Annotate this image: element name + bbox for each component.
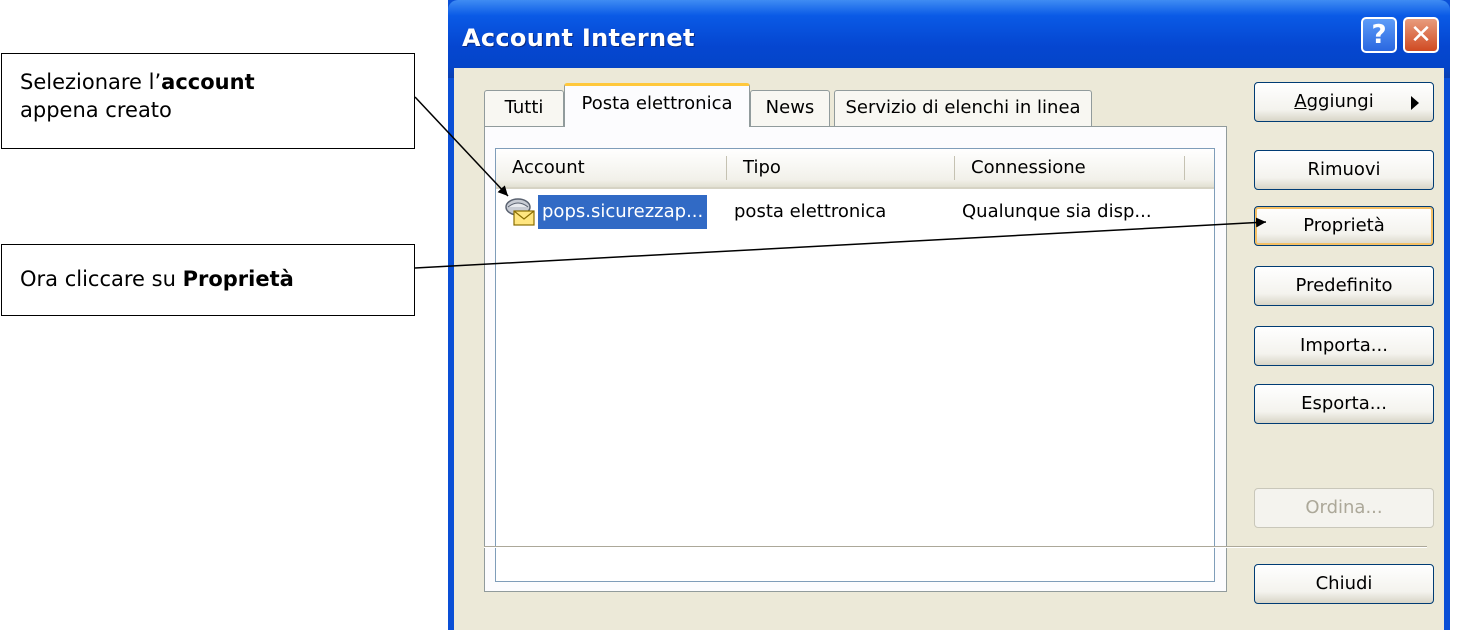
window-title: Account Internet	[462, 24, 695, 52]
callout-select-suffix: appena creato	[20, 98, 172, 122]
ordina-label: Ordina...	[1305, 497, 1383, 518]
tab-posta-elettronica-label: Posta elettronica	[581, 93, 733, 114]
column-tipo-label: Tipo	[743, 157, 781, 178]
column-separator[interactable]	[1184, 156, 1185, 180]
table-row[interactable]: pops.sicurezzap... posta elettronica Qua…	[496, 195, 1214, 229]
tab-news-label: News	[765, 97, 815, 118]
tab-tutti-label: Tutti	[504, 97, 544, 118]
predefinito-button[interactable]: Predefinito	[1254, 266, 1434, 306]
mail-account-icon	[505, 198, 535, 226]
row-tipo: posta elettronica	[734, 201, 887, 222]
callout-click-properties: Ora cliccare su Proprietà	[1, 244, 415, 316]
aggiungi-label: ggiungi	[1306, 91, 1374, 112]
tab-tutti[interactable]: Tutti	[484, 90, 564, 126]
esporta-label: Esporta...	[1301, 393, 1387, 414]
tab-servizio-elenchi-label: Servizio di elenchi in linea	[845, 97, 1081, 118]
separator-line	[484, 546, 1427, 548]
importa-label: Importa...	[1300, 335, 1388, 356]
predefinito-label: Predefinito	[1295, 275, 1393, 296]
callout-select-prefix: Selezionare l’	[20, 70, 162, 94]
close-button[interactable]: ✕	[1403, 17, 1439, 53]
callout-click-prefix: Ora cliccare su	[20, 267, 183, 291]
callout-select-account: Selezionare l’account appena creato	[1, 53, 415, 149]
column-account[interactable]: Account	[496, 149, 726, 187]
submenu-arrow-icon	[1411, 96, 1419, 110]
tab-servizio-elenchi[interactable]: Servizio di elenchi in linea	[834, 90, 1092, 126]
list-header: Account Tipo Connessione	[496, 149, 1214, 189]
column-account-label: Account	[512, 157, 585, 178]
row-connessione: Qualunque sia disp...	[962, 201, 1152, 222]
help-button[interactable]: ?	[1361, 17, 1397, 53]
help-icon: ?	[1371, 20, 1387, 50]
chiudi-button[interactable]: Chiudi	[1254, 564, 1434, 604]
rimuovi-label: Rimuovi	[1307, 159, 1381, 180]
row-account-name: pops.sicurezzap...	[538, 195, 708, 229]
proprieta-button[interactable]: Proprietà	[1254, 206, 1434, 246]
column-connessione-label: Connessione	[971, 157, 1086, 178]
account-internet-dialog: Account Internet ? ✕ Tutti Posta elettro…	[448, 0, 1450, 630]
dialog-client-area: Tutti Posta elettronica News Servizio di…	[454, 68, 1444, 630]
aggiungi-accel: A	[1294, 91, 1307, 112]
tab-news[interactable]: News	[750, 90, 830, 126]
rimuovi-button[interactable]: Rimuovi	[1254, 150, 1434, 190]
accounts-list[interactable]: Account Tipo Connessione pops.sicurezzap…	[495, 148, 1215, 582]
tab-posta-elettronica[interactable]: Posta elettronica	[564, 83, 750, 127]
esporta-button[interactable]: Esporta...	[1254, 384, 1434, 424]
importa-button[interactable]: Importa...	[1254, 326, 1434, 366]
close-icon: ✕	[1410, 20, 1432, 50]
aggiungi-button[interactable]: Aggiungi	[1254, 82, 1434, 122]
callout-click-bold: Proprietà	[182, 267, 294, 291]
ordina-button: Ordina...	[1254, 488, 1434, 528]
title-bar[interactable]: Account Internet ? ✕	[448, 0, 1450, 78]
column-tipo[interactable]: Tipo	[727, 149, 952, 187]
chiudi-label: Chiudi	[1315, 573, 1373, 594]
column-connessione[interactable]: Connessione	[955, 149, 1185, 187]
proprieta-label: Proprietà	[1303, 215, 1385, 236]
callout-select-bold: account	[161, 70, 255, 94]
